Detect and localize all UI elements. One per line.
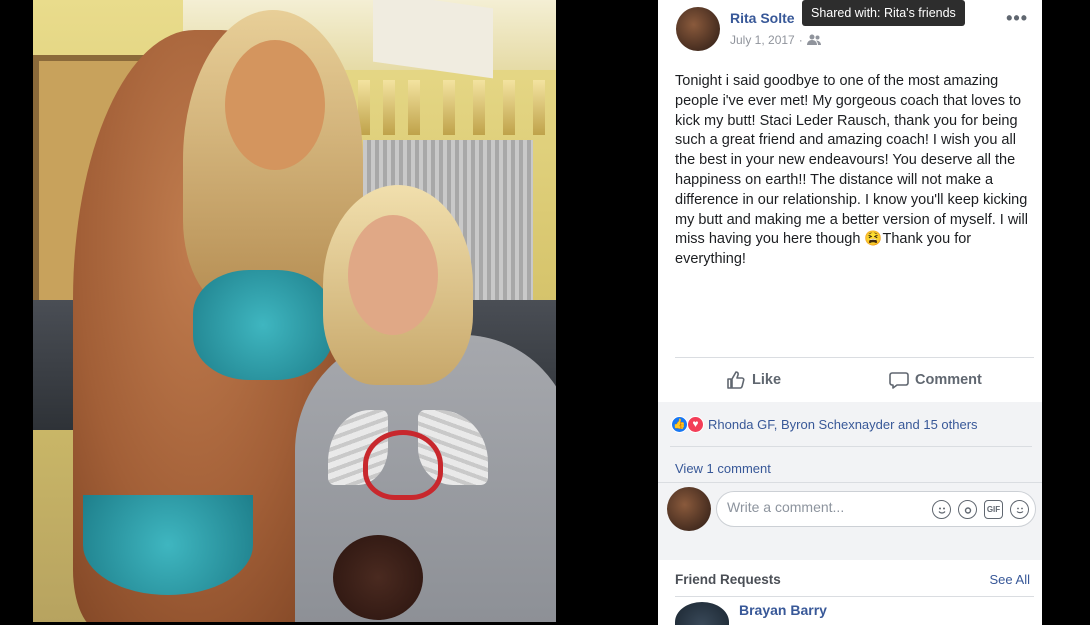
camera-icon[interactable]	[958, 500, 977, 519]
friends-audience-icon[interactable]	[806, 34, 821, 46]
like-button[interactable]: Like	[726, 370, 781, 390]
author-name[interactable]: Rita Solte	[730, 10, 795, 26]
post-text: Tonight i said goodbye to one of the mos…	[675, 73, 1028, 268]
post-panel: Rita Solte July 1, 2017 · Shared with: R…	[658, 0, 1042, 625]
view-comments-link[interactable]: View 1 comment	[675, 461, 771, 476]
comment-composer[interactable]: GIF	[716, 491, 1036, 527]
comment-bubble-icon	[889, 372, 909, 389]
thumbs-up-icon	[727, 371, 745, 389]
post-actions: Like Comment	[658, 360, 1042, 402]
post-meta: July 1, 2017 ·	[730, 33, 821, 47]
see-all-link[interactable]: See All	[990, 572, 1030, 587]
friend-request-avatar[interactable]	[675, 602, 729, 625]
comment-label: Comment	[915, 372, 982, 388]
author-avatar[interactable]	[676, 7, 720, 51]
like-label: Like	[752, 372, 782, 388]
emoji-icon[interactable]	[932, 500, 951, 519]
commenter-avatar	[667, 487, 711, 531]
friend-request-name[interactable]: Brayan Barry	[739, 602, 827, 618]
comment-button[interactable]: Comment	[889, 370, 982, 390]
friend-requests-title: Friend Requests	[675, 572, 781, 587]
friend-requests-box: Friend Requests See All Brayan Barry	[658, 560, 1042, 625]
audience-tooltip: Shared with: Rita's friends	[802, 0, 965, 26]
divider	[675, 357, 1034, 358]
sticker-icon[interactable]	[1010, 500, 1029, 519]
post-photo[interactable]	[33, 0, 556, 622]
comment-input[interactable]	[727, 499, 927, 515]
post-date[interactable]: July 1, 2017	[730, 33, 795, 47]
meta-separator: ·	[798, 33, 803, 47]
composer-icons: GIF	[932, 500, 1029, 519]
post-header: Rita Solte July 1, 2017 · Shared with: R…	[658, 0, 1042, 60]
gif-icon[interactable]: GIF	[984, 500, 1003, 519]
like-reaction-icon: 👍	[671, 416, 688, 433]
reactions-text: Rhonda GF, Byron Schexnayder and 15 othe…	[708, 417, 978, 432]
reactions-summary[interactable]: 👍 ♥ Rhonda GF, Byron Schexnayder and 15 …	[671, 416, 978, 433]
more-options-icon[interactable]: •••	[1006, 8, 1028, 29]
love-reaction-icon: ♥	[687, 416, 704, 433]
